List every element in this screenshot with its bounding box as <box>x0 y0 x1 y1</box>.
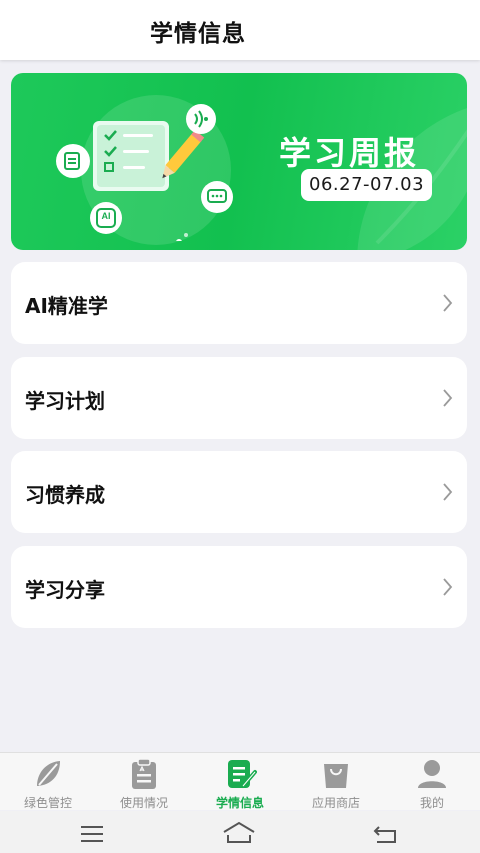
menu-item-label: 习惯养成 <box>25 483 105 507</box>
menu-item-label: 学习分享 <box>25 578 105 602</box>
menu-item-ai-precise-learning[interactable]: AI精准学 <box>11 262 467 344</box>
menu-item-study-sharing[interactable]: 学习分享 <box>11 546 467 628</box>
tab-label: 学情信息 <box>215 796 264 810</box>
tab-usage[interactable]: 使用情况 <box>96 753 192 811</box>
shopping-bag-icon <box>324 764 348 788</box>
clipboard-icon <box>132 758 156 789</box>
back-icon[interactable] <box>373 824 399 844</box>
banner-date-range: 06.27-07.03 <box>301 169 433 201</box>
system-navigation-bar <box>0 811 480 853</box>
tab-label: 使用情况 <box>119 796 168 810</box>
tab-mine[interactable]: 我的 <box>384 753 480 811</box>
study-checklist-illustration-icon <box>56 104 233 241</box>
bottom-tab-bar: 绿色管控 使用情况 学情信息 应用商店 我的 <box>0 752 480 810</box>
tab-label: 我的 <box>419 796 444 810</box>
tab-study-info[interactable]: 学情信息 <box>192 753 288 811</box>
person-icon <box>418 760 446 788</box>
menu-item-study-plan[interactable]: 学习计划 <box>11 357 467 439</box>
menu-item-label: AI精准学 <box>25 294 108 318</box>
chevron-right-icon <box>443 578 453 596</box>
banner-headline: 学习周报 <box>279 134 420 172</box>
tab-label: 应用商店 <box>311 796 360 810</box>
tab-label: 绿色管控 <box>23 796 72 810</box>
leaf-icon <box>37 761 60 786</box>
notes-icon <box>228 760 257 788</box>
page-title: 学情信息 <box>150 21 246 47</box>
tab-app-store[interactable]: 应用商店 <box>288 753 384 811</box>
weekly-report-banner[interactable]: AI 学习周报 06.27-07.03 <box>11 73 467 250</box>
menu-icon[interactable] <box>80 825 104 843</box>
home-icon[interactable] <box>222 821 256 845</box>
chevron-right-icon <box>443 483 453 501</box>
app-header: 学情信息 <box>0 0 480 60</box>
tab-green-control[interactable]: 绿色管控 <box>0 753 96 811</box>
menu-item-habit-formation[interactable]: 习惯养成 <box>11 451 467 533</box>
chevron-right-icon <box>443 389 453 407</box>
ai-badge-label: AI <box>101 211 111 221</box>
chevron-right-icon <box>443 294 453 312</box>
menu-item-label: 学习计划 <box>25 389 105 413</box>
